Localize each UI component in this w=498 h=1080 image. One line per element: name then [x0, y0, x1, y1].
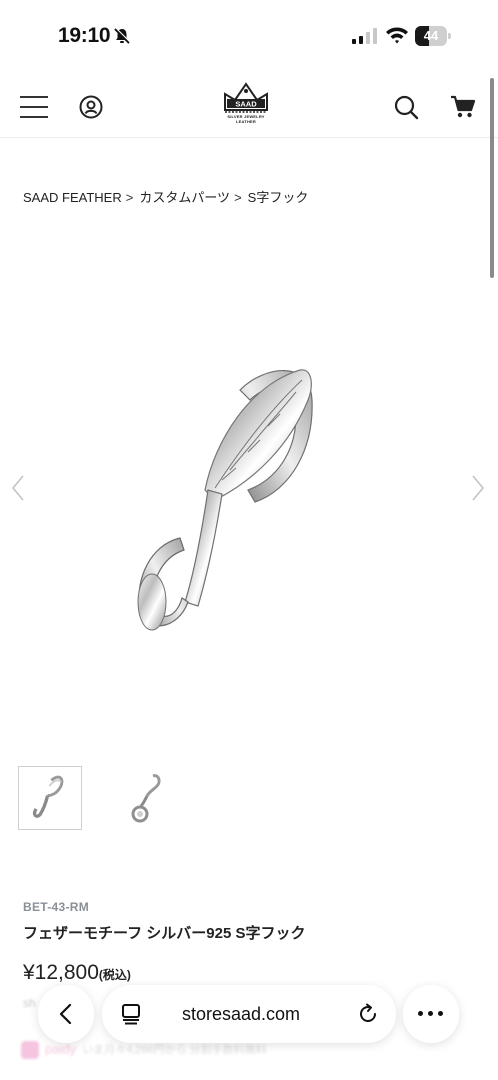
battery-indicator: 44 — [415, 26, 451, 46]
hamburger-menu-icon[interactable] — [20, 96, 48, 118]
logo-subtitle: SILVER JEWELRY LEATHER — [227, 114, 265, 124]
product-sku: BET-43-RM — [23, 900, 90, 914]
carousel-next-icon[interactable] — [470, 474, 486, 502]
bell-muted-icon — [114, 27, 131, 44]
breadcrumb-item-s-hook[interactable]: S字フック — [248, 190, 309, 205]
user-account-icon[interactable] — [79, 95, 103, 119]
product-thumbnail-1[interactable] — [18, 766, 82, 830]
cart-icon[interactable] — [450, 94, 476, 119]
battery-level: 44 — [423, 28, 439, 43]
breadcrumb-item-saad-feather[interactable]: SAAD FEATHER — [23, 190, 122, 205]
address-bar[interactable]: storesaad.com — [102, 985, 396, 1043]
price-tax-note: (税込) — [98, 968, 131, 982]
wifi-icon — [386, 27, 408, 44]
browser-back-button[interactable] — [38, 985, 94, 1043]
back-chevron-icon — [59, 1003, 72, 1025]
status-time: 19:10 — [58, 24, 111, 47]
price-amount: ¥12,800 — [23, 961, 99, 984]
battery-body: 44 — [415, 26, 447, 46]
paidy-note: いま月々4,266円から 分割手数料無料 — [82, 1044, 267, 1057]
crown-logo-icon: SAAD — [224, 82, 268, 113]
breadcrumb-item-custom-parts[interactable]: カスタムパーツ — [139, 190, 230, 205]
site-header: SAAD SILVER JEWELRY LEATHER — [0, 72, 498, 138]
status-bar: 19:10 44 — [0, 0, 498, 72]
page-scrollbar[interactable] — [490, 78, 494, 278]
reload-icon[interactable] — [357, 1003, 379, 1025]
cellular-signal-icon — [352, 28, 377, 44]
product-thumbnail-2[interactable] — [115, 766, 179, 830]
product-title: フェザーモチーフ シルバー925 S字フック — [23, 925, 306, 942]
more-dots-icon — [418, 1011, 444, 1017]
logo-text: SAAD — [235, 100, 257, 109]
thumbnail-hook-with-ring-image — [131, 774, 161, 823]
thumbnail-s-hook-image — [32, 775, 64, 818]
product-main-image[interactable] — [90, 340, 410, 660]
tabs-icon[interactable] — [120, 1003, 142, 1025]
breadcrumb: SAAD FEATHER > カスタムパーツ > S字フック — [23, 187, 308, 206]
carousel-prev-icon[interactable] — [10, 474, 26, 502]
browser-toolbar: storesaad.com — [0, 985, 498, 1045]
url-text[interactable]: storesaad.com — [182, 1004, 300, 1025]
breadcrumb-separator: > — [125, 190, 134, 205]
product-price: ¥12,800(税込) — [23, 961, 131, 985]
battery-cap — [448, 33, 451, 39]
breadcrumb-separator: > — [234, 190, 242, 205]
brand-logo[interactable]: SAAD SILVER JEWELRY LEATHER — [219, 80, 273, 134]
more-options-button[interactable] — [403, 985, 459, 1043]
search-icon[interactable] — [394, 95, 419, 120]
